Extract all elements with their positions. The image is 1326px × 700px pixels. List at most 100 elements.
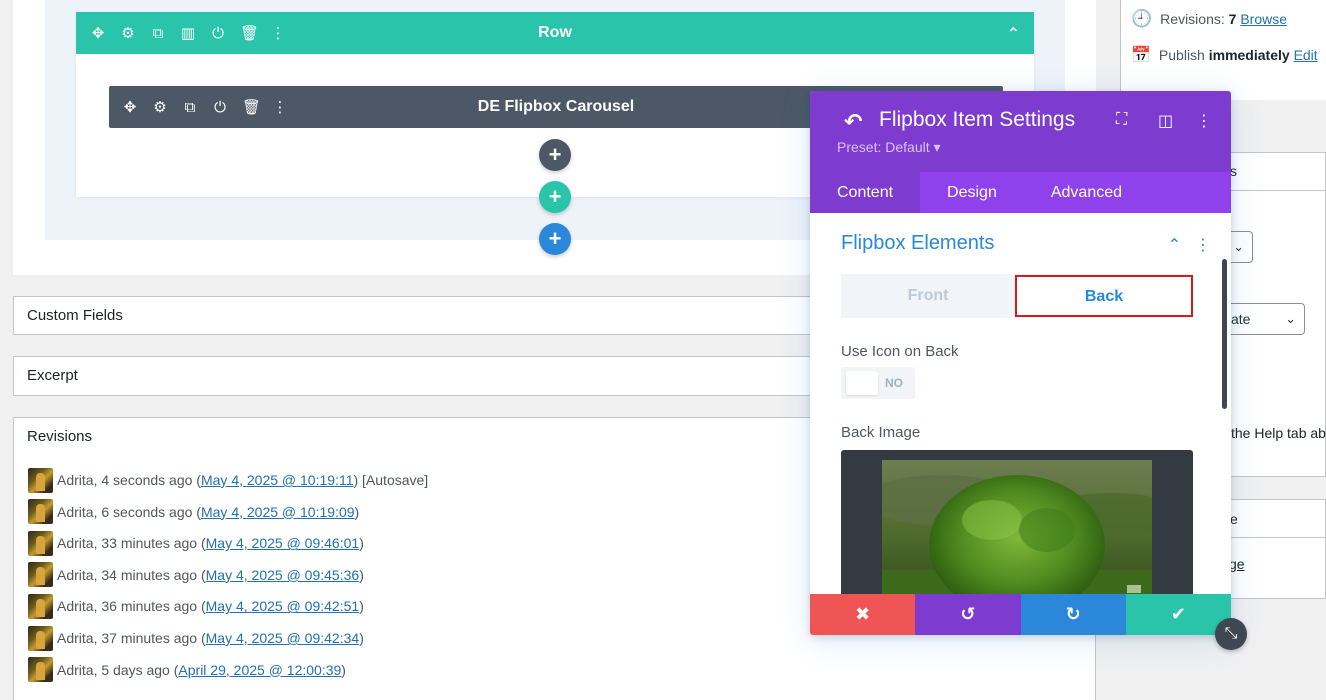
tab-advanced[interactable]: Advanced — [1024, 172, 1149, 213]
use-icon-toggle[interactable]: NO — [841, 367, 915, 399]
fullscreen-icon[interactable]: ⛶ — [1116, 111, 1127, 129]
trash-icon[interactable]: 🗑 — [240, 26, 259, 41]
avatar — [28, 499, 53, 525]
row-toolbar[interactable]: ✥ ⚙ ⧉ ▥ ⏻ 🗑 ⋮ Row ⌃ — [76, 12, 1034, 54]
help-text-fragment: the Help tab ab — [1231, 425, 1326, 441]
revision-text: Adrita, 36 minutes ago ( — [57, 598, 206, 615]
revision-item: Adrita, 37 minutes ago (May 4, 2025 @ 09… — [28, 625, 364, 651]
revision-text: Adrita, 4 seconds ago ( — [57, 472, 201, 488]
revision-date-link[interactable]: May 4, 2025 @ 09:42:51 — [206, 598, 360, 614]
undo-icon: ↺ — [960, 604, 976, 624]
resize-handle-icon[interactable]: ⤡ — [1215, 618, 1247, 650]
toggle-value: NO — [885, 376, 903, 390]
redo-button[interactable]: ↻ — [1020, 594, 1126, 635]
front-back-switcher: Front Back — [841, 274, 1193, 318]
columns-icon[interactable]: ▥ — [180, 26, 196, 41]
revision-item: Adrita, 36 minutes ago (May 4, 2025 @ 09… — [28, 593, 364, 619]
revisions-label: Revisions: — [1160, 11, 1225, 27]
section-controls: ⌃ ⋮ — [1168, 235, 1211, 255]
move-icon[interactable]: ✥ — [90, 26, 106, 41]
screen: ✥ ⚙ ⧉ ▥ ⏻ 🗑 ⋮ Row ⌃ ✥ ⚙ ⧉ ⏻ 🗑 ⋮ DE Flipbox Carousel… — [0, 0, 1326, 700]
chevron-up-icon[interactable]: ⌃ — [1168, 235, 1181, 255]
add-row-button[interactable]: + — [539, 181, 571, 213]
browse-revisions-link[interactable]: Browse — [1240, 11, 1287, 27]
revisions-count: 7 — [1228, 11, 1237, 27]
back-arrow-icon[interactable]: ↶ — [844, 109, 862, 135]
use-icon-label: Use Icon on Back — [841, 343, 959, 360]
more-icon[interactable]: ⋮ — [1195, 235, 1211, 255]
avatar — [28, 625, 53, 651]
featured-image-title-fragment: e — [1230, 511, 1238, 527]
revision-suffix: ) [Autosave] — [353, 472, 429, 488]
avatar — [28, 562, 53, 588]
avatar — [28, 593, 53, 619]
back-image-label: Back Image — [841, 424, 921, 441]
revision-date-link[interactable]: May 4, 2025 @ 09:42:34 — [206, 630, 360, 646]
tab-design[interactable]: Design — [920, 172, 1024, 213]
revision-text: Adrita, 33 minutes ago ( — [57, 535, 206, 552]
close-icon: ✖ — [855, 604, 871, 624]
front-tab[interactable]: Front — [841, 274, 1015, 318]
back-image-upload[interactable] — [841, 450, 1193, 594]
edit-publish-link[interactable]: Edit — [1294, 47, 1318, 63]
sidebar-layout-icon[interactable]: ◫ — [1158, 111, 1173, 131]
modal-scrollbar[interactable] — [1222, 259, 1227, 409]
power-icon[interactable]: ⏻ — [210, 26, 226, 41]
add-module-button[interactable]: + — [539, 139, 571, 171]
revision-item: Adrita, 4 seconds ago (May 4, 2025 @ 10:… — [28, 467, 428, 493]
avatar — [28, 657, 53, 683]
revision-date-link[interactable]: May 4, 2025 @ 10:19:09 — [201, 504, 355, 520]
cancel-button[interactable]: ✖ — [810, 594, 916, 635]
box-title-fragment: s — [1230, 163, 1237, 179]
publish-row: 📅 Publish immediately Edit — [1131, 45, 1318, 65]
gear-icon[interactable]: ⚙ — [120, 26, 136, 41]
revision-date-link[interactable]: May 4, 2025 @ 10:19:11 — [201, 472, 354, 488]
revisions-row: 🕘 Revisions: 7 Browse — [1131, 9, 1287, 29]
check-icon: ✔ — [1170, 604, 1186, 624]
chevron-down-icon: ⌄ — [1285, 311, 1296, 326]
revision-suffix: ) — [354, 503, 360, 520]
template-select-value: ate — [1231, 311, 1251, 327]
set-featured-image-link[interactable]: ge — [1229, 556, 1245, 572]
settings-tabs: Content Design Advanced — [810, 172, 1231, 213]
toggle-knob — [846, 371, 878, 395]
flipbox-item-settings-modal: ↶ Flipbox Item Settings Preset: Default … — [810, 91, 1231, 635]
tree-image — [882, 460, 1152, 594]
preset-dropdown[interactable]: Preset: Default ▾ — [837, 139, 941, 156]
revision-text: Adrita, 5 days ago ( — [57, 661, 179, 678]
history-icon: 🕘 — [1131, 9, 1153, 28]
modal-title: Flipbox Item Settings — [879, 108, 1076, 131]
revision-item: Adrita, 5 days ago (April 29, 2025 @ 12:… — [28, 657, 346, 683]
revision-text: Adrita, 37 minutes ago ( — [57, 630, 206, 646]
chevron-up-icon[interactable]: ⌃ — [1007, 24, 1020, 44]
revision-item: Adrita, 34 minutes ago (May 4, 2025 @ 09… — [28, 562, 364, 588]
section-title[interactable]: Flipbox Elements — [841, 232, 994, 255]
more-icon[interactable]: ⋮ — [270, 26, 286, 41]
revision-suffix: ) — [359, 535, 364, 552]
modal-footer: ✖ ↺ ↻ ✔ — [810, 594, 1231, 635]
revision-suffix: ) — [359, 598, 364, 615]
revision-date-link[interactable]: April 29, 2025 @ 12:00:39 — [178, 662, 341, 678]
tab-content[interactable]: Content — [810, 172, 921, 213]
revision-suffix: ) — [359, 566, 364, 583]
more-icon[interactable]: ⋮ — [1196, 111, 1212, 131]
revision-suffix: ) — [359, 630, 364, 646]
calendar-icon: 📅 — [1131, 47, 1151, 64]
revision-date-link[interactable]: May 4, 2025 @ 09:46:01 — [206, 535, 360, 551]
revision-date-link[interactable]: May 4, 2025 @ 09:45:36 — [206, 567, 360, 583]
row-tools: ✥ ⚙ ⧉ ▥ ⏻ 🗑 ⋮ — [90, 12, 286, 54]
chevron-down-icon: ⌄ — [1233, 239, 1244, 254]
revision-item: Adrita, 6 seconds ago (May 4, 2025 @ 10:… — [28, 499, 359, 525]
avatar — [28, 530, 53, 556]
revision-text: Adrita, 6 seconds ago ( — [57, 503, 201, 520]
undo-button[interactable]: ↺ — [915, 594, 1021, 635]
publish-value: immediately — [1208, 47, 1290, 63]
avatar — [28, 467, 53, 493]
add-section-button[interactable]: + — [539, 223, 571, 255]
back-tab[interactable]: Back — [1015, 275, 1193, 317]
modal-header[interactable]: ↶ Flipbox Item Settings Preset: Default … — [810, 91, 1231, 172]
duplicate-icon[interactable]: ⧉ — [150, 26, 166, 41]
revision-text: Adrita, 34 minutes ago ( — [57, 566, 206, 583]
revision-suffix: ) — [341, 661, 346, 678]
publish-label: Publish — [1158, 47, 1205, 63]
